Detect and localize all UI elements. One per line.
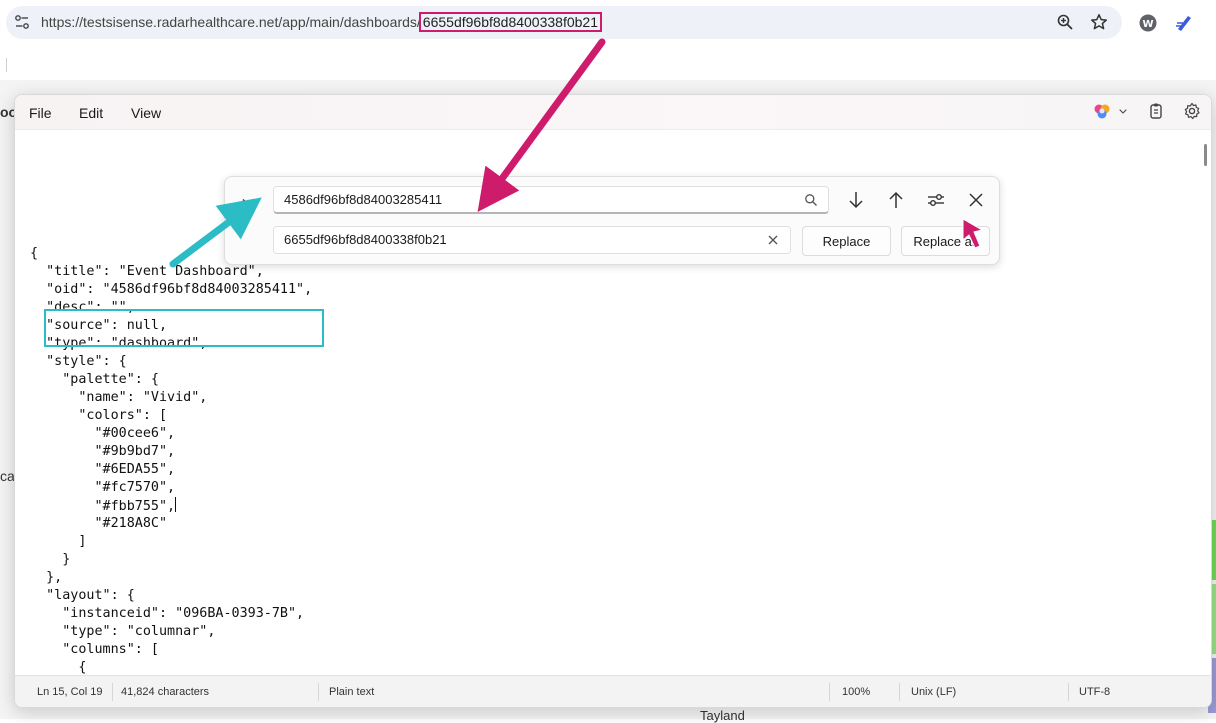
text-editor[interactable]: { "title": "Event Dashboard", "oid": "45… — [15, 130, 1211, 675]
cursor-position[interactable]: Ln 15, Col 19 — [37, 686, 102, 698]
code-line: "columns": [ — [30, 642, 159, 657]
bookmark-star-icon[interactable] — [1090, 13, 1108, 31]
menu-view[interactable]: View — [131, 105, 161, 121]
menu-file[interactable]: File — [29, 105, 52, 121]
divider — [112, 683, 113, 701]
replace-all-button[interactable]: Replace all — [901, 226, 990, 256]
bookmarks-bar — [0, 46, 1216, 81]
code-line: "#fc7570", — [30, 480, 176, 495]
code-line: "#00cee6", — [30, 426, 176, 441]
url-base: https://testsisense.radarhealthcare.net/… — [41, 14, 421, 30]
code-line: "instanceid": "096BA-0393-7B", — [30, 606, 305, 621]
code-line: "#fbb755", — [30, 497, 177, 514]
code-line: }, — [30, 570, 63, 585]
code-line: "desc": "", — [30, 300, 135, 315]
menu-bar: File Edit View — [15, 95, 1211, 130]
status-bar: Ln 15, Col 19 41,824 characters Plain te… — [15, 675, 1211, 707]
character-count: 41,824 characters — [121, 686, 210, 698]
chevron-down-icon[interactable] — [239, 193, 257, 211]
url-dashboard-id: 6655df96bf8d8400338f0b21 — [418, 12, 602, 32]
replace-button[interactable]: Replace — [802, 226, 891, 256]
code-line: "colors": [ — [30, 408, 168, 423]
code-line: ] — [30, 534, 87, 549]
code-line: "type": "columnar", — [30, 624, 216, 639]
code-line: "type": "dashboard", — [30, 336, 208, 351]
text-caret — [175, 497, 177, 512]
pen-extension-icon[interactable] — [1174, 13, 1194, 33]
find-input[interactable] — [284, 192, 764, 207]
find-field[interactable] — [273, 186, 829, 214]
code-line: "name": "Vivid", — [30, 390, 208, 405]
clear-icon[interactable] — [766, 233, 780, 247]
site-settings-icon[interactable] — [14, 14, 30, 30]
clipboard-icon[interactable] — [1147, 102, 1165, 120]
find-replace-panel: Replace Replace all — [224, 176, 1000, 265]
code-line: "oid": "4586df96bf8d84003285411", — [30, 282, 313, 297]
vertical-scrollbar[interactable] — [1204, 144, 1207, 166]
replace-input[interactable] — [284, 232, 764, 247]
copilot-icon[interactable] — [1093, 102, 1111, 120]
chevron-down-icon[interactable] — [1117, 105, 1129, 117]
background-text: ca — [0, 468, 15, 484]
browser-toolbar: https://testsisense.radarhealthcare.net/… — [0, 0, 1216, 46]
encoding[interactable]: UTF-8 — [1079, 686, 1110, 698]
code-line: "source": null, — [30, 318, 168, 333]
menu-edit[interactable]: Edit — [79, 105, 103, 121]
settings-gear-icon[interactable] — [1183, 102, 1201, 120]
address-bar[interactable]: https://testsisense.radarhealthcare.net/… — [6, 6, 1122, 39]
code-line: "title": "Event Dashboard", — [30, 264, 264, 279]
divider — [318, 683, 319, 701]
file-format[interactable]: Plain text — [329, 686, 374, 698]
divider — [1068, 683, 1069, 701]
svg-text:W: W — [1142, 19, 1153, 30]
close-icon[interactable] — [965, 189, 987, 211]
wordpress-extension-icon[interactable]: W — [1138, 13, 1158, 33]
code-line: "palette": { — [30, 372, 159, 387]
find-options-icon[interactable] — [925, 189, 947, 211]
line-ending[interactable]: Unix (LF) — [911, 686, 956, 698]
replace-field[interactable] — [273, 226, 791, 254]
divider — [6, 58, 7, 72]
code-line: "layout": { — [30, 588, 135, 603]
code-line: "#6EDA55", — [30, 462, 176, 477]
divider — [899, 683, 900, 701]
search-icon[interactable] — [804, 193, 818, 207]
code-line: "#218A8C" — [30, 516, 168, 531]
arrow-down-icon[interactable] — [845, 189, 867, 211]
arrow-up-icon[interactable] — [885, 189, 907, 211]
code-line: } — [30, 552, 71, 567]
code-content[interactable]: { "title": "Event Dashboard", "oid": "45… — [30, 245, 312, 677]
url-text[interactable]: https://testsisense.radarhealthcare.net/… — [41, 12, 602, 32]
zoom-level[interactable]: 100% — [842, 686, 870, 698]
code-line: "#9b9bd7", — [30, 444, 176, 459]
notepad-window: File Edit View {"title": "Event Dashboa… — [14, 94, 1212, 708]
zoom-icon[interactable] — [1056, 13, 1074, 31]
background-text: Tayland — [700, 708, 745, 723]
code-line: "style": { — [30, 354, 127, 369]
divider — [829, 683, 830, 701]
